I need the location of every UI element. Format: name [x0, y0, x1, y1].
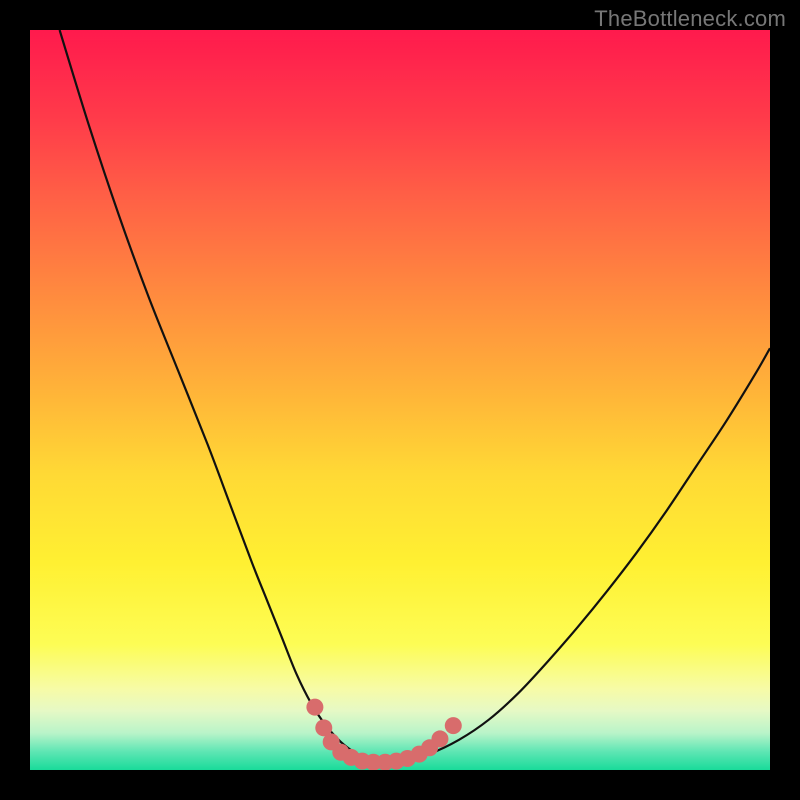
bottleneck-curve — [60, 30, 770, 762]
curve-dot — [306, 699, 323, 716]
watermark-text: TheBottleneck.com — [594, 6, 786, 32]
chart-frame: TheBottleneck.com — [0, 0, 800, 800]
curve-svg — [30, 30, 770, 770]
curve-dots — [306, 699, 461, 770]
curve-dot — [431, 730, 448, 747]
plot-area — [30, 30, 770, 770]
curve-dot — [445, 717, 462, 734]
